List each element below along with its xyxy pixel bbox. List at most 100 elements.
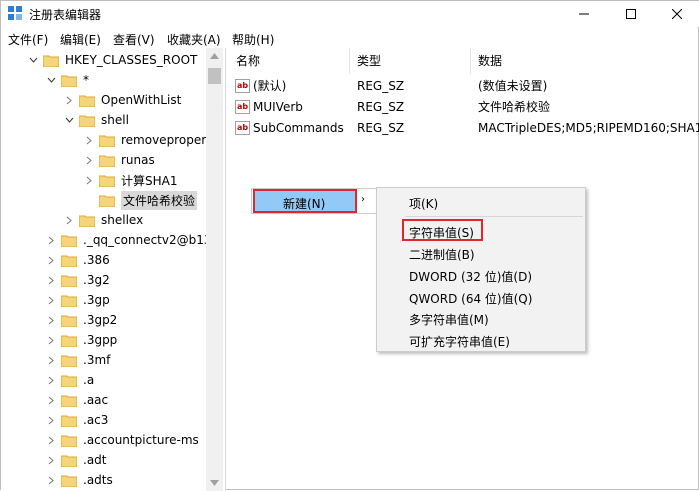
- tree-vertical-scrollbar[interactable]: [206, 48, 223, 491]
- expand-chevron-icon[interactable]: [45, 294, 57, 306]
- submenu-item-binary-value[interactable]: 二进制值(B): [409, 246, 475, 263]
- expand-chevron-icon[interactable]: [45, 394, 57, 406]
- column-header-data[interactable]: 数据: [471, 48, 699, 74]
- scrollbar-thumb[interactable]: [208, 68, 221, 84]
- column-header-name[interactable]: 名称: [229, 48, 350, 74]
- value-data: (数值未设置): [478, 79, 548, 93]
- collapse-chevron-icon[interactable]: [27, 54, 39, 66]
- submenu-item-multistring-value[interactable]: 多字符串值(M): [409, 311, 489, 328]
- folder-icon: [61, 394, 77, 407]
- string-value-icon: ab: [235, 121, 250, 135]
- registry-editor-window: 注册表编辑器 文件(F) 编辑(E) 查看(V) 收藏夹(A) 帮助(H) HK…: [0, 0, 699, 491]
- tree-item-3gpp[interactable]: .3gpp: [45, 330, 117, 350]
- expand-chevron-icon[interactable]: [45, 334, 57, 346]
- collapse-chevron-icon[interactable]: [45, 74, 57, 86]
- folder-icon: [43, 54, 59, 67]
- value-row[interactable]: ab SubCommands REG_SZ MACTripleDES;MD5;R…: [229, 118, 699, 139]
- expand-chevron-icon[interactable]: [83, 134, 95, 146]
- tree-item-3mf[interactable]: .3mf: [45, 350, 110, 370]
- tree-item-3gp2[interactable]: .3gp2: [45, 310, 117, 330]
- tree-item-adts[interactable]: .adts: [45, 470, 113, 490]
- tree-item-accountpicture[interactable]: .accountpicture-ms: [45, 430, 199, 450]
- tree-item-label: .3gp2: [83, 313, 118, 327]
- tree-item-label: removeproper: [121, 133, 207, 147]
- folder-icon: [99, 174, 115, 187]
- folder-icon: [99, 194, 115, 207]
- tree-item-3g2[interactable]: .3g2: [45, 270, 110, 290]
- expand-chevron-icon[interactable]: [45, 314, 57, 326]
- tree-item-adt[interactable]: .adt: [45, 450, 107, 470]
- tree-item-label: .3gpp: [83, 333, 118, 347]
- tree-item-3gp[interactable]: .3gp: [45, 290, 110, 310]
- value-row[interactable]: ab (默认) REG_SZ (数值未设置): [229, 76, 699, 97]
- string-value-icon: ab: [235, 100, 250, 114]
- expand-chevron-icon[interactable]: [83, 154, 95, 166]
- tree-item-runas[interactable]: runas: [83, 150, 155, 170]
- folder-icon: [61, 414, 77, 427]
- value-type: REG_SZ: [357, 100, 405, 114]
- tree-item-qq[interactable]: ._qq_connectv2@b13: [45, 230, 212, 250]
- context-menu-new[interactable]: 新建(N): [253, 189, 357, 213]
- folder-icon: [61, 234, 77, 247]
- submenu-item-dword-value[interactable]: DWORD (32 位)值(D): [409, 268, 532, 285]
- string-value-icon: ab: [235, 79, 250, 93]
- expand-chevron-icon[interactable]: [63, 214, 75, 226]
- close-button[interactable]: [654, 1, 699, 27]
- expand-chevron-icon[interactable]: [45, 374, 57, 386]
- context-menu-new-label: 新建(N): [283, 197, 326, 211]
- menu-help[interactable]: 帮助(H): [232, 31, 274, 48]
- value-row[interactable]: ab MUIVerb REG_SZ 文件哈希校验: [229, 97, 699, 118]
- menu-favorites[interactable]: 收藏夹(A): [167, 31, 221, 48]
- scroll-down-arrow-icon[interactable]: [210, 480, 219, 486]
- tree-item-label: *: [83, 73, 89, 87]
- key-tree-pane[interactable]: HKEY_CLASSES_ROOT * OpenWithList shell r…: [1, 48, 226, 491]
- tree-item-label: shellex: [101, 213, 144, 227]
- tree-item-386[interactable]: .386: [45, 250, 110, 270]
- value-type: REG_SZ: [357, 79, 405, 93]
- submenu-item-qword-value[interactable]: QWORD (64 位)值(Q): [409, 290, 532, 307]
- tree-item-shellex[interactable]: shellex: [63, 210, 143, 230]
- tree-item-file-hash[interactable]: 文件哈希校验: [83, 190, 198, 210]
- expand-chevron-icon[interactable]: [45, 274, 57, 286]
- folder-icon: [61, 314, 77, 327]
- tree-item-star[interactable]: *: [45, 70, 89, 90]
- tree-item-aac[interactable]: .aac: [45, 390, 108, 410]
- menu-view[interactable]: 查看(V): [113, 31, 155, 48]
- folder-icon: [79, 114, 95, 127]
- tree-item-label: shell: [101, 113, 129, 127]
- expand-chevron-icon[interactable]: [45, 414, 57, 426]
- tree-item-removeproper[interactable]: removeproper: [83, 130, 206, 150]
- title-bar: 注册表编辑器: [1, 1, 699, 27]
- tree-item-label: .adts: [83, 473, 113, 487]
- tree-item-ac3[interactable]: .ac3: [45, 410, 108, 430]
- menu-edit[interactable]: 编辑(E): [60, 31, 101, 48]
- submenu-item-expandable-string-value[interactable]: 可扩充字符串值(E): [409, 333, 510, 350]
- tree-item-hkcr[interactable]: HKEY_CLASSES_ROOT: [27, 50, 197, 70]
- column-header-type[interactable]: 类型: [350, 48, 471, 74]
- tree-item-openwithlist[interactable]: OpenWithList: [63, 90, 181, 110]
- expand-chevron-icon[interactable]: [45, 474, 57, 486]
- expand-chevron-icon[interactable]: [63, 94, 75, 106]
- tree-item-sha1[interactable]: 计算SHA1: [83, 170, 178, 190]
- submenu-item-key[interactable]: 项(K): [409, 195, 438, 212]
- menu-file[interactable]: 文件(F): [8, 31, 48, 48]
- expand-chevron-icon[interactable]: [45, 234, 57, 246]
- expand-chevron-icon[interactable]: [45, 254, 57, 266]
- tree-item-a[interactable]: .a: [45, 370, 94, 390]
- expand-chevron-icon[interactable]: [45, 434, 57, 446]
- collapse-chevron-icon[interactable]: [63, 114, 75, 126]
- tree-item-label: .ac3: [83, 413, 109, 427]
- tree-item-label: HKEY_CLASSES_ROOT: [65, 53, 198, 67]
- folder-icon: [61, 474, 77, 487]
- expand-chevron-icon[interactable]: [45, 454, 57, 466]
- tree-item-label: .3mf: [83, 353, 111, 367]
- tree-item-label: .3g2: [83, 273, 110, 287]
- scroll-up-arrow-icon[interactable]: [210, 53, 219, 59]
- expand-chevron-icon[interactable]: [83, 174, 95, 186]
- folder-icon: [61, 454, 77, 467]
- expand-chevron-icon[interactable]: [45, 354, 57, 366]
- tree-item-shell[interactable]: shell: [63, 110, 129, 130]
- minimize-button[interactable]: [561, 1, 607, 27]
- maximize-button[interactable]: [608, 1, 654, 27]
- folder-icon: [61, 274, 77, 287]
